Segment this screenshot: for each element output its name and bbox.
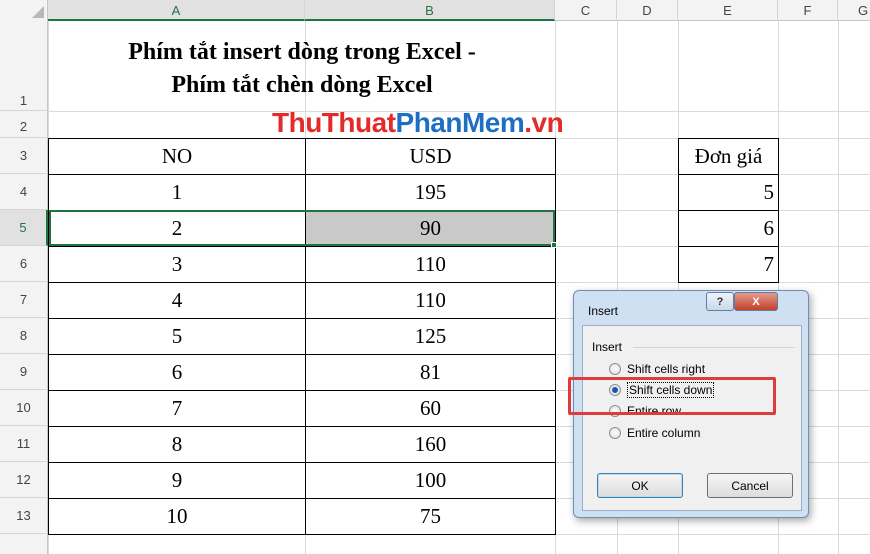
column-header-bar: A B C D E F G [0,0,870,21]
table-cell-usd[interactable]: 100 [306,463,555,498]
table-border [678,282,779,283]
dialog-body: Insert Shift cells right Shift cells dow… [582,325,802,511]
row-header-9[interactable]: 9 [0,354,48,390]
table-cell-usd[interactable]: 110 [306,283,555,318]
option-label: Shift cells right [627,362,706,376]
row-header-5[interactable]: 5 [0,210,48,246]
row-header-10[interactable]: 10 [0,390,48,426]
sheet-title-line-2: Phím tắt chèn dòng Excel [171,72,433,98]
table-border [48,534,556,535]
watermark-part-3: .vn [524,107,564,138]
price-cell[interactable]: 7 [679,247,778,282]
table-border [778,138,779,283]
table-cell-no[interactable]: 6 [49,355,305,390]
sheet-title-line-1: Phím tắt insert dòng trong Excel - [128,39,476,65]
table-cell-no[interactable]: 10 [49,499,305,534]
table-cell-usd[interactable]: 110 [306,247,555,282]
price-cell[interactable]: 6 [679,211,778,246]
column-header-c[interactable]: C [555,0,617,21]
row-header-8[interactable]: 8 [0,318,48,354]
table-cell-usd[interactable]: 195 [306,175,555,210]
table-cell-no[interactable]: 4 [49,283,305,318]
radio-icon[interactable] [609,427,621,439]
cancel-button[interactable]: Cancel [707,473,793,498]
column-header-e[interactable]: E [678,0,778,21]
group-divider [633,347,795,348]
table-cell-usd[interactable]: 125 [306,319,555,354]
watermark-logo: ThuThuatPhanMem.vn [272,107,564,139]
close-icon: X [752,295,760,308]
row-header-2[interactable]: 2 [0,111,48,138]
table-cell-usd[interactable]: 81 [306,355,555,390]
selection-border [49,210,555,246]
table-cell-usd[interactable]: 160 [306,427,555,462]
row-header-3[interactable]: 3 [0,138,48,174]
column-header-g[interactable]: G [838,0,870,21]
table-cell-no[interactable]: 1 [49,175,305,210]
ok-button[interactable]: OK [597,473,683,498]
table-cell-no[interactable]: 5 [49,319,305,354]
insert-group-label: Insert [592,340,623,354]
close-button[interactable]: X [734,292,778,311]
price-header-cell[interactable]: Đơn giá [679,139,778,174]
dialog-title: Insert [588,304,619,318]
highlight-box [568,377,776,415]
option-entire-column[interactable]: Entire column [609,426,700,440]
watermark-part-2: PhanMem [395,107,525,138]
sheet-title[interactable]: Phím tắt insert dòng trong Excel - Phím … [48,36,556,102]
table-cell-usd[interactable]: 75 [306,499,555,534]
radio-icon[interactable] [609,363,621,375]
table-border [555,138,556,535]
column-header-a[interactable]: A [48,0,305,21]
table-cell-no[interactable]: 9 [49,463,305,498]
cell-b3[interactable]: USD [306,139,555,174]
cell-a3[interactable]: NO [49,139,305,174]
column-header-f[interactable]: F [778,0,838,21]
option-label: Entire column [627,426,701,440]
watermark-part-1: ThuThuat [272,107,396,138]
table-cell-no[interactable]: 8 [49,427,305,462]
help-button[interactable]: ? [706,292,734,311]
row-header-14[interactable] [0,534,48,554]
help-icon: ? [716,295,724,308]
row-header-13[interactable]: 13 [0,498,48,534]
table-cell-no[interactable]: 7 [49,391,305,426]
column-header-d[interactable]: D [617,0,678,21]
row-header-7[interactable]: 7 [0,282,48,318]
row-header-4[interactable]: 4 [0,174,48,210]
row-header-6[interactable]: 6 [0,246,48,282]
grid-line [838,21,839,554]
fill-handle[interactable] [551,242,557,248]
option-shift-cells-right[interactable]: Shift cells right [609,362,705,376]
select-all-icon [32,6,44,18]
row-header-12[interactable]: 12 [0,462,48,498]
table-cell-usd[interactable]: 60 [306,391,555,426]
row-header-11[interactable]: 11 [0,426,48,462]
price-cell[interactable]: 5 [679,175,778,210]
column-header-b[interactable]: B [305,0,555,21]
row-header-1[interactable]: 1 [0,21,48,111]
select-all-button[interactable] [0,0,48,21]
table-cell-no[interactable]: 3 [49,247,305,282]
